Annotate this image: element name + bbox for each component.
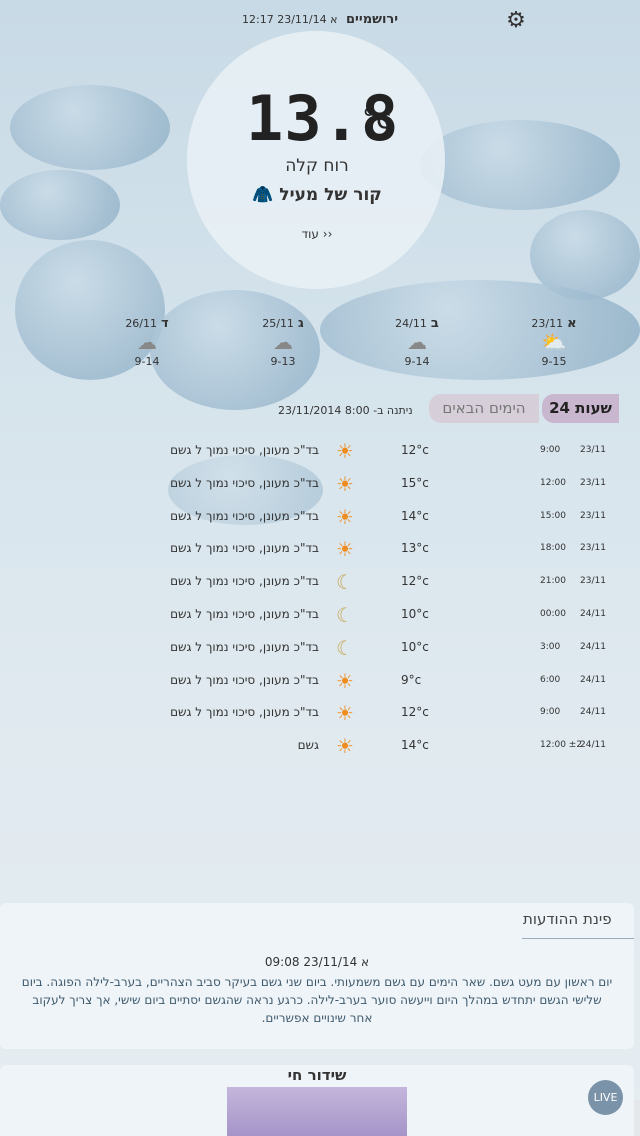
- moon-icon: ☾: [336, 635, 354, 660]
- table-row: 24/11 9:00 12°c ☀ בד"כ מעונן, סיכוי נמוך ל ג…: [0, 701, 640, 738]
- table-row: 24/11 12:00 ±2 14°c ☀ גשם: [0, 734, 640, 771]
- row-description: בד"כ מעונן, סיכוי נמוך ל גשם: [170, 607, 319, 621]
- forecast-day-label: 23/11 א: [531, 316, 577, 331]
- row-date: 24/11: [580, 609, 606, 619]
- feel-description: 🧥 קור של מעיל: [0, 185, 634, 205]
- notice-divider: [522, 938, 634, 939]
- more-button[interactable]: עוד ››: [0, 227, 634, 241]
- row-hour: 12:00: [540, 477, 566, 488]
- row-description: בד"כ מעונן, סיכוי נמוך ל גשם: [170, 574, 319, 589]
- current-datetime: א 23/11/14 12:17: [242, 13, 338, 26]
- row-date: 23/11: [580, 510, 606, 521]
- row-temp: 14°c: [401, 508, 429, 523]
- table-row: 24/11 3:00 10°c ☾ בד"כ מעונן, סיכוי נמוך ל ג…: [0, 636, 640, 673]
- row-hour: 9:00: [540, 707, 561, 718]
- sun-cloud-icon: ☀: [336, 471, 354, 496]
- moon-icon: ☾: [336, 570, 354, 595]
- forecast-day-range: 9-14: [134, 355, 160, 368]
- sun-cloud-icon: ☀: [336, 734, 354, 759]
- row-hour: 00:00: [540, 609, 566, 619]
- forecast-day-label: 24/11 ב: [395, 316, 439, 331]
- row-description: גשם: [297, 738, 319, 753]
- issued-time: ניתנה ב- 8:00 23/11/2014: [278, 404, 413, 417]
- forecast-day[interactable]: 24/11 ב ☁ 9-14: [377, 316, 457, 368]
- row-hour: 3:00: [540, 641, 561, 652]
- sun-cloud-rain-icon: ⛅: [541, 330, 567, 354]
- live-video[interactable]: [227, 1087, 407, 1136]
- row-temp: 14°c: [401, 738, 429, 753]
- cloud-rain-icon: ☁: [137, 330, 157, 354]
- row-description: בד"כ מעונן, סיכוי נמוך ל גשם: [170, 443, 319, 457]
- row-hour: 21:00: [540, 576, 566, 587]
- row-description: בד"כ מעונן, סיכוי נמוך ל גשם: [170, 705, 319, 720]
- sun-cloud-icon: ☀: [336, 504, 354, 529]
- row-date: 23/11: [580, 477, 606, 488]
- row-temp: 12°c: [401, 574, 429, 589]
- row-date: 24/11: [580, 707, 606, 718]
- live-title: שידור חי: [287, 1066, 347, 1084]
- row-temp: 10°c: [401, 607, 429, 621]
- row-hour: 12:00 ±2: [540, 740, 583, 751]
- row-hour: 18:00: [540, 543, 566, 554]
- table-row: 23/11 9:00 12°c ☀ בד"כ מעונן, סיכוי נמוך ל ג…: [0, 439, 640, 476]
- row-temp: 12°c: [401, 443, 429, 457]
- forecast-day[interactable]: 26/11 ד ☁ 9-14: [107, 316, 187, 368]
- tab-next-days[interactable]: הימים הבאים: [429, 394, 539, 423]
- gear-icon: ⚙: [506, 8, 526, 33]
- row-description: בד"כ מעונן, סיכוי נמוך ל גשם: [170, 475, 319, 490]
- forecast-day[interactable]: 23/11 א ⛅ 9-15: [514, 316, 594, 368]
- coat-icon: 🧥: [252, 185, 274, 205]
- table-row: 23/11 21:00 12°c ☾ בד"כ מעונן, סיכוי נמוך ל …: [0, 570, 640, 607]
- table-row: 23/11 18:00 13°c ☀ בד"כ מעונן, סיכוי נמוך ל …: [0, 537, 640, 574]
- table-row: 23/11 15:00 14°c ☀ בד"כ מעונן, סיכוי נמוך ל …: [0, 505, 640, 542]
- row-date: 24/11: [580, 641, 606, 652]
- notice-date: א 23/11/14 09:08: [264, 955, 370, 969]
- row-date: 23/11: [580, 543, 606, 554]
- table-row: 24/11 00:00 10°c ☾ בד"כ מעונן, סיכוי נמוך ל …: [0, 603, 640, 640]
- row-hour: 9:00: [540, 445, 561, 455]
- row-hour: 15:00: [540, 510, 566, 521]
- sun-cloud-icon: ☀: [336, 701, 354, 726]
- row-hour: 6:00: [540, 674, 561, 685]
- table-row: 24/11 6:00 9°c ☀ בד"כ מעונן, סיכוי נמוך ל גש…: [0, 669, 640, 706]
- forecast-day-range: 9-15: [541, 355, 567, 368]
- cloud-rain-icon: ☁: [273, 330, 293, 354]
- temperature-unit: °c: [362, 102, 392, 135]
- tab-24-hours[interactable]: 24 שעות: [542, 394, 619, 423]
- forecast-day-label: 25/11 ג: [262, 316, 304, 331]
- row-date: 23/11: [580, 445, 606, 455]
- sun-cloud-icon: ☀: [336, 537, 354, 562]
- cloud-rain-icon: ☁: [407, 330, 427, 354]
- feel-text: קור של מעיל: [279, 185, 382, 205]
- row-date: 24/11: [580, 740, 606, 751]
- row-date: 23/11: [580, 576, 606, 587]
- row-description: בד"כ מעונן, סיכוי נמוך ל גשם: [170, 508, 319, 523]
- row-date: 24/11: [580, 674, 606, 685]
- moon-icon: ☾: [336, 603, 354, 627]
- forecast-day[interactable]: 25/11 ג ☁ 9-13: [243, 316, 323, 368]
- table-row: 23/11 12:00 15°c ☀ בד"כ מעונן, סיכוי נמוך ל …: [0, 472, 640, 509]
- settings-button[interactable]: ⚙: [503, 8, 529, 34]
- row-temp: 10°c: [401, 639, 429, 654]
- forecast-day-label: 26/11 ד: [125, 316, 169, 331]
- row-temp: 12°c: [401, 705, 429, 720]
- forecast-day-range: 9-13: [270, 355, 296, 368]
- notice-title: פינת ההודעות: [523, 910, 612, 928]
- row-description: בד"כ מעונן, סיכוי נמוך ל גשם: [170, 639, 319, 654]
- forecast-day-range: 9-14: [404, 355, 430, 368]
- sun-cloud-icon: ☀: [336, 439, 354, 463]
- notice-text: יום ראשון עם מעט גשם. שאר הימים עם גשם מ…: [21, 975, 613, 1025]
- row-description: בד"כ מעונן, סיכוי נמוך ל גשם: [170, 672, 319, 687]
- live-button[interactable]: LIVE: [588, 1080, 623, 1115]
- row-description: בד"כ מעונן, סיכוי נמוך ל גשם: [170, 541, 319, 556]
- sun-cloud-icon: ☀: [336, 668, 354, 693]
- wind-description: רוח קלה: [285, 156, 349, 176]
- row-temp: 15°c: [401, 475, 429, 490]
- row-temp: 9°c: [401, 672, 422, 687]
- row-temp: 13°c: [401, 541, 429, 556]
- city-name[interactable]: ירושמיים: [346, 12, 398, 27]
